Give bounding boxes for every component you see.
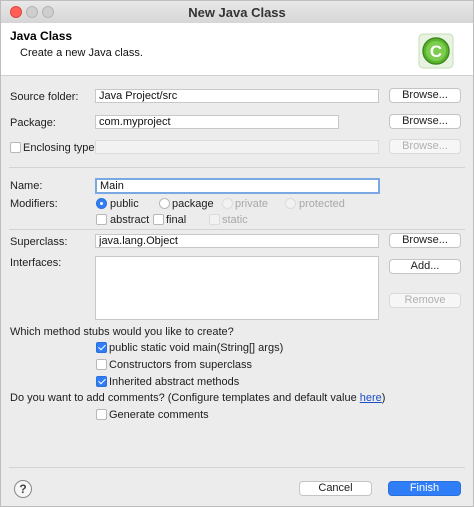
generate-comments-label: Generate comments [109,409,209,421]
source-folder-field[interactable] [95,89,379,103]
new-java-class-dialog: New Java Class Java Class Create a new J… [0,0,474,507]
wizard-banner: Java Class Create a new Java class. C [1,23,473,76]
modifier-abstract-checkbox[interactable] [96,214,107,225]
svg-text:C: C [430,42,442,61]
comments-question-text: Do you want to add comments? (Configure … [10,392,360,404]
name-label: Name: [10,180,43,192]
modifier-private-radio [222,198,233,209]
configure-templates-link[interactable]: here [360,392,382,404]
modifier-protected-radio [285,198,296,209]
modifiers-label: Modifiers: [10,198,58,210]
interfaces-add-button[interactable]: Add... [389,259,461,274]
stub-inherited-checkbox[interactable] [96,376,107,387]
comments-question: Do you want to add comments? (Configure … [10,392,385,404]
source-folder-label: Source folder: [10,91,79,103]
modifier-private-label: private [235,198,269,210]
footer-separator [9,467,465,468]
superclass-browse-button[interactable]: Browse... [389,233,461,248]
modifier-package-radio[interactable] [159,198,170,209]
banner-description: Create a new Java class. [20,47,143,59]
interfaces-remove-button: Remove [389,293,461,308]
enclosing-type-browse-button: Browse... [389,139,461,154]
window-title: New Java Class [188,5,286,20]
stub-constructors-checkbox[interactable] [96,359,107,370]
modifier-static-checkbox [209,214,220,225]
class-name-field[interactable] [95,178,380,194]
stub-constructors-label: Constructors from superclass [109,359,253,371]
modifier-static-label: static [222,214,248,226]
interfaces-list[interactable] [95,256,379,320]
modifier-public-radio[interactable] [96,198,107,209]
enclosing-type-field [95,140,379,154]
enclosing-type-checkbox[interactable] [10,142,21,153]
separator [9,167,465,168]
comments-question-suffix: ) [381,392,386,404]
generate-comments-checkbox[interactable] [96,409,107,420]
java-class-icon: C [418,33,454,69]
enclosing-type-label: Enclosing type: [23,142,98,154]
finish-button[interactable]: Finish [388,481,461,496]
separator [9,229,465,230]
superclass-field[interactable] [95,234,379,248]
interfaces-label: Interfaces: [10,257,62,269]
stub-main-label: public static void main(String[] args) [109,342,284,354]
modifier-package-label: package [172,198,214,210]
modifier-public-label: public [110,198,139,210]
source-folder-browse-button[interactable]: Browse... [389,88,461,103]
package-browse-button[interactable]: Browse... [389,114,461,129]
package-field[interactable] [95,115,339,129]
help-icon[interactable]: ? [14,480,32,498]
modifier-protected-label: protected [299,198,345,210]
stub-inherited-label: Inherited abstract methods [109,376,240,388]
modifier-abstract-label: abstract [110,214,150,226]
modifier-final-label: final [166,214,187,226]
title-bar: New Java Class [1,1,473,24]
stub-main-checkbox[interactable] [96,342,107,353]
superclass-label: Superclass: [10,236,68,248]
method-stubs-question: Which method stubs would you like to cre… [10,326,234,338]
package-label: Package: [10,117,56,129]
cancel-button[interactable]: Cancel [299,481,372,496]
banner-title: Java Class [10,29,73,43]
modifier-final-checkbox[interactable] [153,214,164,225]
